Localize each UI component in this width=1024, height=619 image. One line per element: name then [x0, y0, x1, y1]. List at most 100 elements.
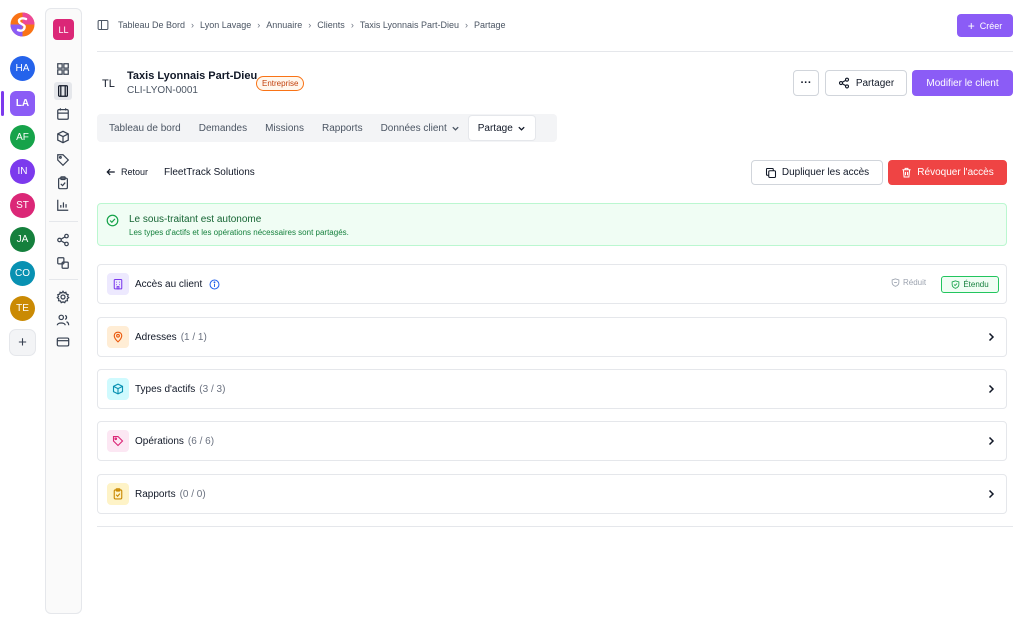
tab-donnees-client[interactable]: Données client: [372, 116, 469, 140]
arrow-left-icon: [106, 167, 116, 177]
breadcrumb-item[interactable]: Clients: [317, 20, 345, 30]
section-count: (1 / 1): [180, 332, 207, 343]
section-rapports[interactable]: Rapports (0 / 0): [97, 474, 1007, 514]
create-button[interactable]: + Créer: [957, 14, 1013, 37]
add-workspace-button[interactable]: +: [9, 329, 36, 356]
section-title: Rapports: [135, 489, 176, 500]
workspace-la[interactable]: LA: [10, 91, 35, 116]
tab-label: Tableau de bord: [109, 122, 181, 134]
nav-divider: [49, 279, 78, 280]
edit-client-button[interactable]: Modifier le client: [912, 70, 1013, 96]
trash-icon: [901, 167, 912, 178]
section-title: Adresses: [135, 332, 177, 343]
check-circle-icon: [106, 214, 119, 227]
chevron-right-icon: [986, 332, 996, 342]
film-icon[interactable]: [54, 82, 72, 100]
client-name: Taxis Lyonnais Part-Dieu: [127, 70, 258, 82]
breadcrumb-separator: ›: [308, 20, 312, 30]
section-adresses[interactable]: Adresses (1 / 1): [97, 317, 1007, 357]
tab-rapports[interactable]: Rapports: [313, 116, 372, 140]
nav-divider: [49, 221, 78, 222]
section-types-actifs[interactable]: Types d'actifs (3 / 3): [97, 369, 1007, 409]
alert-title: Le sous-traitant est autonome: [129, 214, 262, 225]
info-icon[interactable]: [209, 279, 220, 290]
revoke-access-label: Révoquer l'accès: [917, 167, 994, 178]
credit-card-icon[interactable]: [54, 333, 72, 351]
workspace-af[interactable]: AF: [10, 125, 35, 150]
section-count: (6 / 6): [187, 436, 215, 447]
section-label: Opérations (6 / 6): [135, 436, 214, 447]
client-access-title: Accès au client: [135, 279, 203, 291]
top-bar: Tableau De Bord › Lyon Lavage › Annuaire…: [97, 14, 1013, 38]
tab-label: Missions: [265, 122, 304, 134]
tab-label: Rapports: [322, 122, 363, 134]
breadcrumb-separator: ›: [465, 20, 469, 30]
chevron-right-icon: [986, 384, 996, 394]
autonomy-alert: Le sous-traitant est autonome Les types …: [97, 203, 1007, 246]
share-button-label: Partager: [855, 77, 895, 89]
tab-tableau-de-bord[interactable]: Tableau de bord: [100, 116, 190, 140]
users-icon[interactable]: [54, 311, 72, 329]
section-count: (0 / 0): [179, 489, 206, 500]
breadcrumb-separator: ›: [191, 20, 195, 30]
dashboard-icon[interactable]: [54, 60, 72, 78]
workspace-ha[interactable]: HA: [10, 56, 35, 81]
access-extended-option[interactable]: Étendu: [941, 276, 999, 293]
tab-label: Partage: [477, 122, 513, 134]
workspace-st[interactable]: ST: [10, 193, 35, 218]
section-label: Rapports (0 / 0): [135, 489, 206, 500]
share-icon: [838, 77, 850, 89]
breadcrumb-item[interactable]: Taxis Lyonnais Part-Dieu: [360, 20, 459, 30]
bar-chart-icon[interactable]: [54, 196, 72, 214]
revoke-access-button[interactable]: Révoquer l'accès: [888, 160, 1007, 185]
tab-demandes[interactable]: Demandes: [190, 116, 256, 140]
org-badge[interactable]: LL: [53, 19, 74, 40]
partner-name: FleetTrack Solutions: [164, 167, 255, 178]
create-button-label: Créer: [979, 20, 1003, 31]
access-extended-label: Étendu: [963, 280, 989, 289]
workspace-in[interactable]: IN: [10, 159, 35, 184]
clipboard-check-icon[interactable]: [54, 174, 72, 192]
integrations-icon[interactable]: [54, 254, 72, 272]
access-reduced-option[interactable]: Réduit: [891, 278, 926, 287]
breadcrumb-item[interactable]: Annuaire: [266, 20, 302, 30]
workspace-ja[interactable]: JA: [10, 227, 35, 252]
client-tabs: Tableau de bord Demandes Missions Rappor…: [97, 114, 557, 142]
plus-icon: +: [967, 18, 975, 33]
section-title: Types d'actifs: [135, 384, 196, 395]
tag-icon[interactable]: [54, 151, 72, 169]
workspace-co[interactable]: CO: [10, 261, 35, 286]
section-title: Opérations: [135, 436, 184, 447]
chevron-right-icon: [986, 489, 996, 499]
building-icon: [107, 273, 129, 295]
duplicate-access-label: Dupliquer les accès: [781, 167, 870, 178]
tab-partage[interactable]: Partage: [468, 116, 535, 140]
breadcrumb-item[interactable]: Lyon Lavage: [200, 20, 251, 30]
content-divider: [97, 526, 1013, 527]
section-label: Types d'actifs (3 / 3): [135, 384, 225, 395]
sidebar-toggle-icon[interactable]: [97, 19, 109, 31]
breadcrumb-current: Partage: [474, 20, 506, 30]
client-access-card: Accès au client Réduit Étendu: [97, 264, 1007, 304]
back-button[interactable]: Retour: [106, 167, 148, 177]
header-divider: [97, 51, 1013, 52]
calendar-icon[interactable]: [54, 105, 72, 123]
workspace-te[interactable]: TE: [10, 296, 35, 321]
breadcrumb: Tableau De Bord › Lyon Lavage › Annuaire…: [97, 19, 506, 31]
tab-missions[interactable]: Missions: [256, 116, 313, 140]
breadcrumb-item[interactable]: Tableau De Bord: [118, 20, 185, 30]
duplicate-access-button[interactable]: Dupliquer les accès: [751, 160, 883, 185]
app-logo-icon[interactable]: [10, 12, 35, 37]
share-button[interactable]: Partager: [825, 70, 907, 96]
client-code: CLI-LYON-0001: [127, 85, 198, 96]
settings-icon[interactable]: [54, 288, 72, 306]
back-button-label: Retour: [121, 167, 149, 177]
alert-description: Les types d'actifs et les opérations néc…: [129, 228, 349, 237]
share-icon[interactable]: [54, 231, 72, 249]
tab-label: Données client: [380, 122, 447, 134]
cube-icon[interactable]: [54, 128, 72, 146]
section-operations[interactable]: Opérations (6 / 6): [97, 421, 1007, 461]
more-actions-button[interactable]: ···: [793, 70, 819, 96]
access-reduced-label: Réduit: [903, 278, 927, 287]
secondary-nav: LL: [45, 8, 82, 614]
